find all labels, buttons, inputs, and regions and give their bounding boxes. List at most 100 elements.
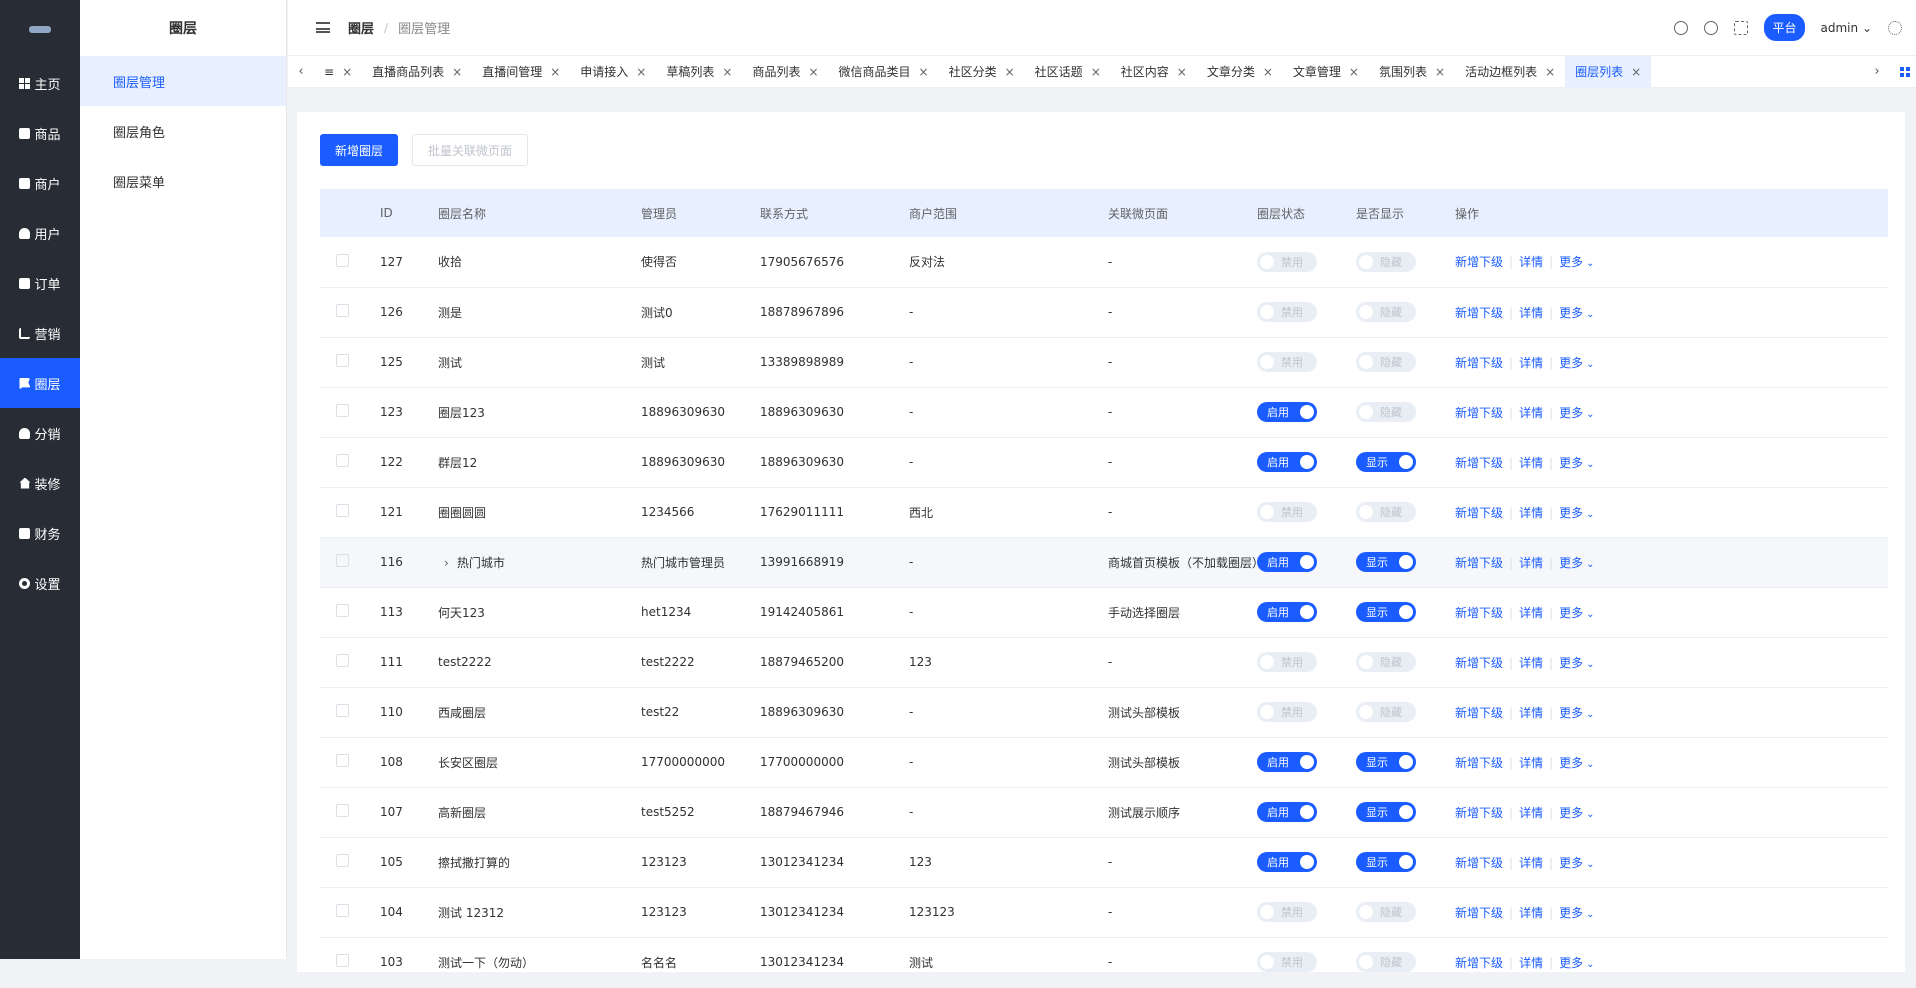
more-link[interactable]: 更多 ⌄ xyxy=(1559,656,1594,670)
add-child-link[interactable]: 新增下级 xyxy=(1455,706,1503,720)
submenu-item-1[interactable]: 圈层角色 xyxy=(80,106,286,156)
detail-link[interactable]: 详情 xyxy=(1519,406,1543,420)
tab-partial[interactable]: ≡ × xyxy=(314,56,362,87)
more-link[interactable]: 更多 ⌄ xyxy=(1559,306,1594,320)
close-icon[interactable]: × xyxy=(1091,65,1101,79)
breadcrumb-root[interactable]: 圈层 xyxy=(348,18,374,37)
show-switch[interactable]: 隐藏 xyxy=(1356,902,1416,922)
status-switch[interactable]: 禁用 xyxy=(1257,502,1317,522)
status-switch[interactable]: 禁用 xyxy=(1257,352,1317,372)
tab-9[interactable]: 文章分类 × xyxy=(1197,56,1283,87)
more-link[interactable]: 更多 ⌄ xyxy=(1559,406,1594,420)
show-switch[interactable]: 隐藏 xyxy=(1356,302,1416,322)
search-icon[interactable] xyxy=(1704,20,1719,35)
sidebar-item-9[interactable]: 财务 xyxy=(0,508,80,558)
detail-link[interactable]: 详情 xyxy=(1519,306,1543,320)
add-child-link[interactable]: 新增下级 xyxy=(1455,756,1503,770)
menu-toggle-icon[interactable] xyxy=(316,22,330,33)
status-switch[interactable]: 禁用 xyxy=(1257,702,1317,722)
logo[interactable] xyxy=(0,0,80,58)
add-child-link[interactable]: 新增下级 xyxy=(1455,906,1503,920)
show-switch[interactable]: 显示 xyxy=(1356,852,1416,872)
add-child-link[interactable]: 新增下级 xyxy=(1455,956,1503,970)
close-icon[interactable]: × xyxy=(1349,65,1359,79)
sidebar-item-7[interactable]: 分销 xyxy=(0,408,80,458)
show-switch[interactable]: 显示 xyxy=(1356,802,1416,822)
more-link[interactable]: 更多 ⌄ xyxy=(1559,956,1594,970)
close-icon[interactable]: × xyxy=(550,65,560,79)
close-icon[interactable]: × xyxy=(1177,65,1187,79)
status-switch[interactable]: 禁用 xyxy=(1257,302,1317,322)
show-switch[interactable]: 隐藏 xyxy=(1356,402,1416,422)
row-checkbox[interactable] xyxy=(336,604,349,617)
sidebar-item-6[interactable]: 圈层 xyxy=(0,358,80,408)
tab-5[interactable]: 微信商品类目 × xyxy=(829,56,939,87)
row-checkbox[interactable] xyxy=(336,354,349,367)
sidebar-item-8[interactable]: 装修 xyxy=(0,458,80,508)
tab-1[interactable]: 直播间管理 × xyxy=(472,56,570,87)
tab-menu-grid-icon[interactable] xyxy=(1900,66,1910,77)
detail-link[interactable]: 详情 xyxy=(1519,706,1543,720)
show-switch[interactable]: 显示 xyxy=(1356,752,1416,772)
status-switch[interactable]: 启用 xyxy=(1257,802,1317,822)
tab-7[interactable]: 社区话题 × xyxy=(1025,56,1111,87)
tab-12[interactable]: 活动边框列表 × xyxy=(1455,56,1565,87)
detail-link[interactable]: 详情 xyxy=(1519,556,1543,570)
row-checkbox[interactable] xyxy=(336,954,349,967)
add-child-link[interactable]: 新增下级 xyxy=(1455,506,1503,520)
tab-6[interactable]: 社区分类 × xyxy=(939,56,1025,87)
status-switch[interactable]: 启用 xyxy=(1257,852,1317,872)
close-icon[interactable]: × xyxy=(808,65,818,79)
close-icon[interactable]: × xyxy=(636,65,646,79)
add-child-link[interactable]: 新增下级 xyxy=(1455,356,1503,370)
row-checkbox[interactable] xyxy=(336,654,349,667)
row-checkbox[interactable] xyxy=(336,854,349,867)
sidebar-item-1[interactable]: 商品 xyxy=(0,108,80,158)
add-child-link[interactable]: 新增下级 xyxy=(1455,255,1503,269)
more-link[interactable]: 更多 ⌄ xyxy=(1559,756,1594,770)
more-link[interactable]: 更多 ⌄ xyxy=(1559,856,1594,870)
tab-10[interactable]: 文章管理 × xyxy=(1283,56,1369,87)
tab-3[interactable]: 草稿列表 × xyxy=(656,56,742,87)
submenu-item-0[interactable]: 圈层管理 xyxy=(80,56,286,106)
sidebar-item-10[interactable]: 设置 xyxy=(0,558,80,608)
close-icon[interactable]: × xyxy=(1005,65,1015,79)
add-child-link[interactable]: 新增下级 xyxy=(1455,456,1503,470)
close-icon[interactable]: × xyxy=(1545,65,1555,79)
more-link[interactable]: 更多 ⌄ xyxy=(1559,255,1594,269)
add-child-link[interactable]: 新增下级 xyxy=(1455,406,1503,420)
show-switch[interactable]: 显示 xyxy=(1356,602,1416,622)
row-checkbox[interactable] xyxy=(336,754,349,767)
row-checkbox[interactable] xyxy=(336,454,349,467)
more-link[interactable]: 更多 ⌄ xyxy=(1559,906,1594,920)
more-link[interactable]: 更多 ⌄ xyxy=(1559,506,1594,520)
detail-link[interactable]: 详情 xyxy=(1519,255,1543,269)
status-switch[interactable]: 启用 xyxy=(1257,752,1317,772)
show-switch[interactable]: 隐藏 xyxy=(1356,502,1416,522)
more-link[interactable]: 更多 ⌄ xyxy=(1559,606,1594,620)
status-switch[interactable]: 启用 xyxy=(1257,602,1317,622)
tab-13[interactable]: 圈层列表 × xyxy=(1565,56,1652,87)
show-switch[interactable]: 隐藏 xyxy=(1356,352,1416,372)
show-switch[interactable]: 隐藏 xyxy=(1356,702,1416,722)
add-circle-button[interactable]: 新增圈层 xyxy=(320,134,399,166)
more-link[interactable]: 更多 ⌄ xyxy=(1559,356,1594,370)
sidebar-item-0[interactable]: 主页 xyxy=(0,58,80,108)
tab-4[interactable]: 商品列表 × xyxy=(742,56,828,87)
close-icon[interactable]: × xyxy=(1435,65,1445,79)
more-link[interactable]: 更多 ⌄ xyxy=(1559,806,1594,820)
row-checkbox[interactable] xyxy=(336,904,349,917)
show-switch[interactable]: 隐藏 xyxy=(1356,952,1416,972)
expand-arrow-icon[interactable]: › xyxy=(444,556,449,570)
detail-link[interactable]: 详情 xyxy=(1519,506,1543,520)
detail-link[interactable]: 详情 xyxy=(1519,756,1543,770)
show-switch[interactable]: 隐藏 xyxy=(1356,652,1416,672)
detail-link[interactable]: 详情 xyxy=(1519,956,1543,970)
add-child-link[interactable]: 新增下级 xyxy=(1455,606,1503,620)
tab-11[interactable]: 氛围列表 × xyxy=(1369,56,1455,87)
close-icon[interactable]: × xyxy=(1631,65,1641,79)
status-switch[interactable]: 启用 xyxy=(1257,402,1317,422)
more-link[interactable]: 更多 ⌄ xyxy=(1559,556,1594,570)
show-switch[interactable]: 显示 xyxy=(1356,452,1416,472)
tab-0[interactable]: 直播商品列表 × xyxy=(362,56,472,87)
